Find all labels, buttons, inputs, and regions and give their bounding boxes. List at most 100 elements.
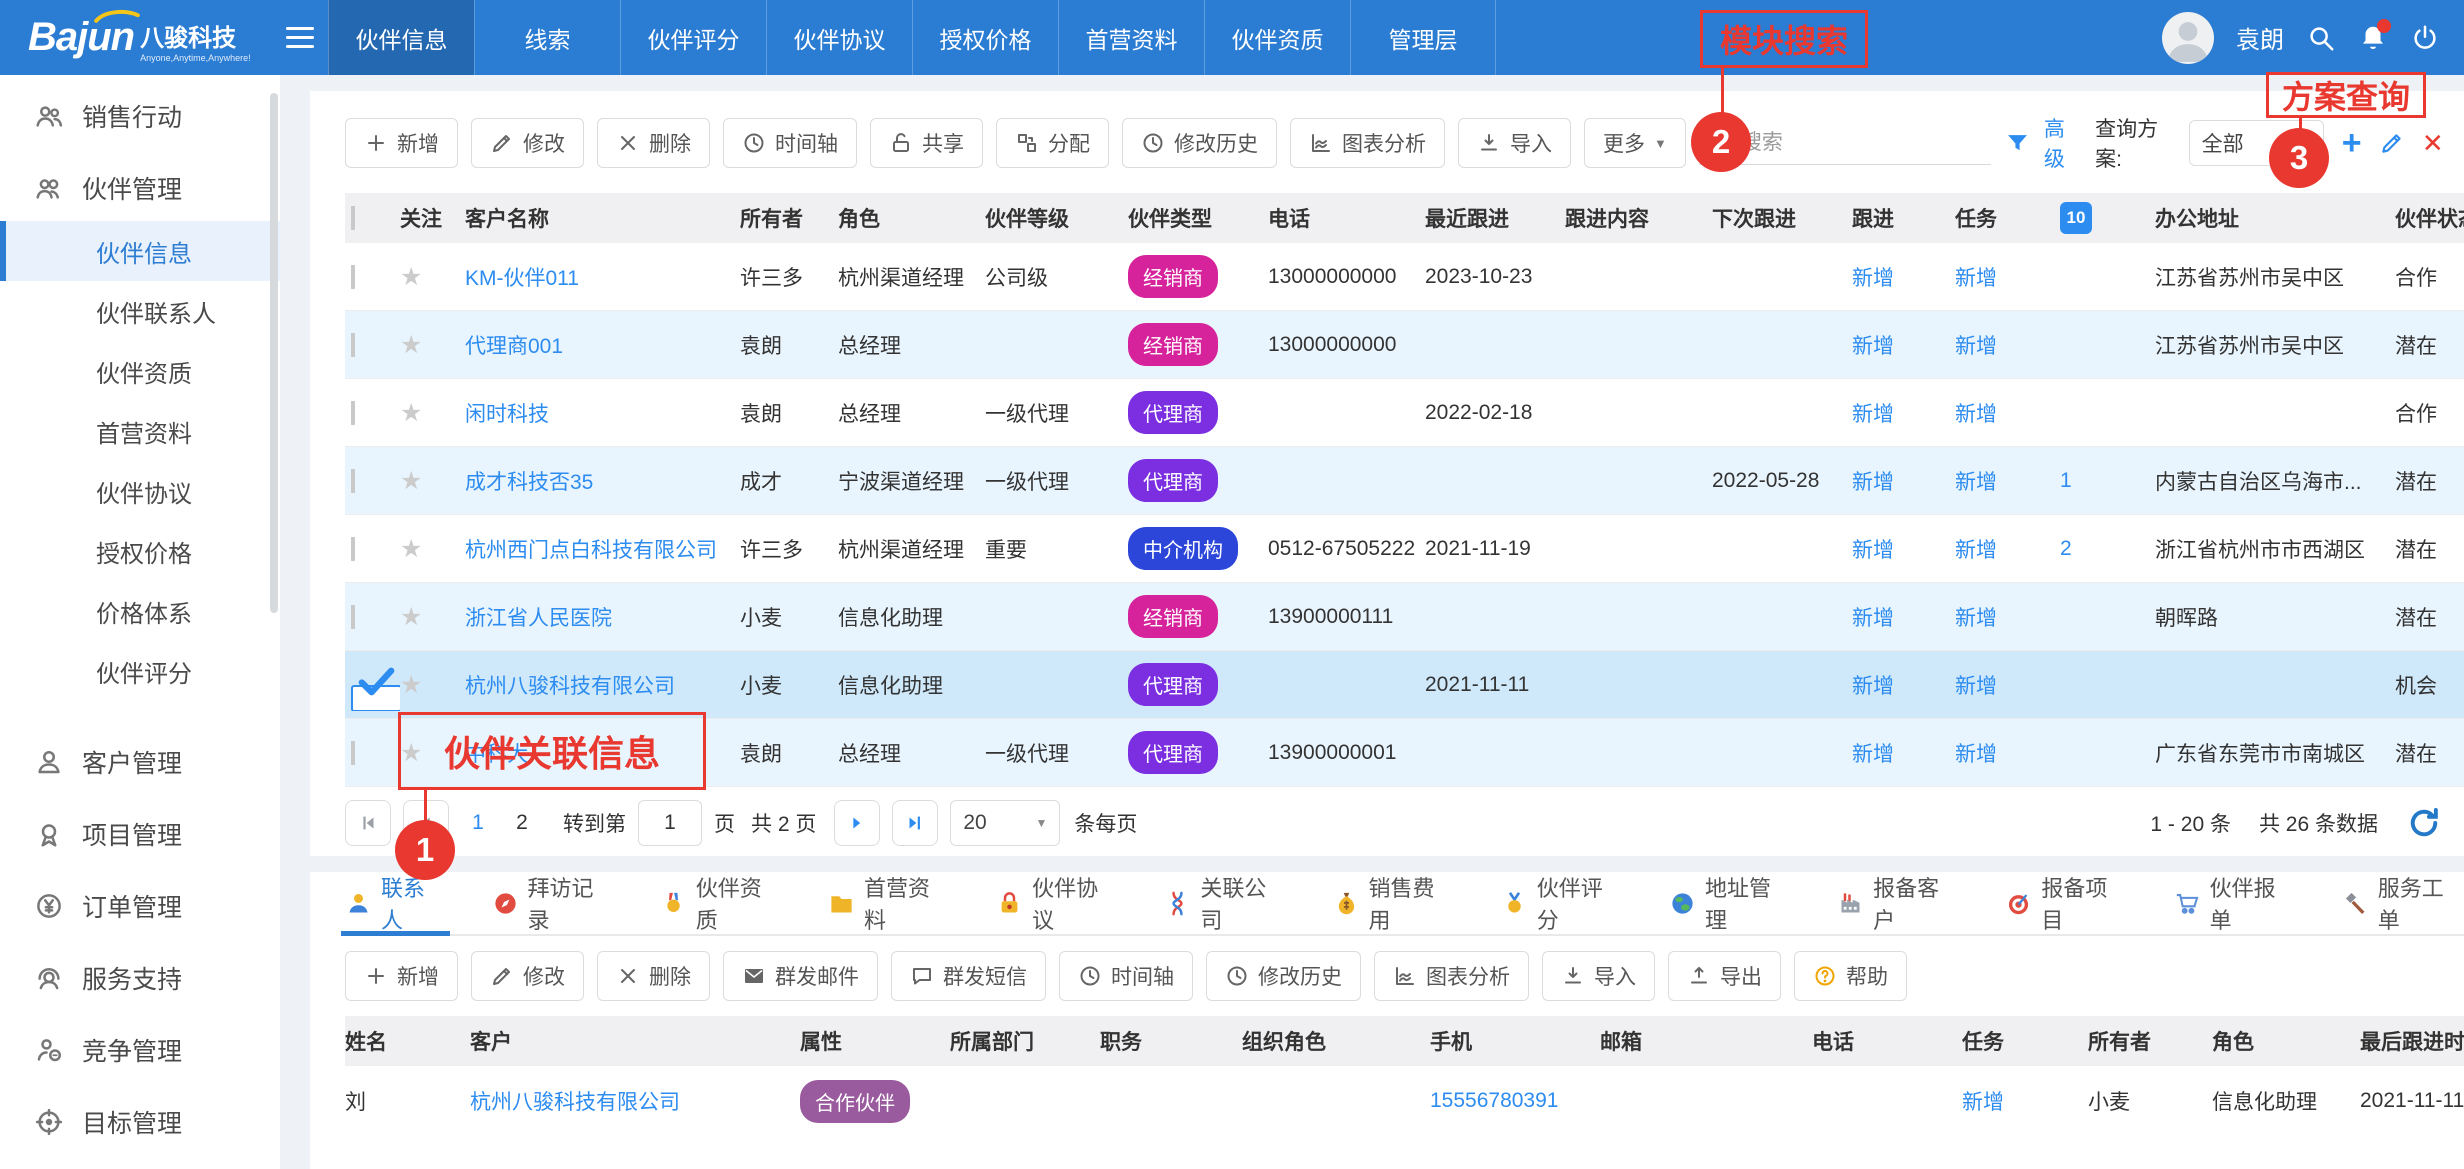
row-checkbox[interactable]: [351, 537, 355, 561]
partner-name-link[interactable]: KM-伙伴011: [465, 267, 579, 290]
follow-new-link[interactable]: 新增: [1852, 539, 1894, 562]
page-number-2[interactable]: 2: [505, 811, 539, 835]
partner-toolbar-button-6[interactable]: 分配: [996, 118, 1109, 168]
nav-item-7[interactable]: 伙伴资质: [1204, 0, 1350, 75]
last-page-button[interactable]: [892, 800, 938, 846]
page-number-1[interactable]: 1: [461, 811, 495, 835]
partner-toolbar-button-1[interactable]: 新增: [345, 118, 458, 168]
task-new-link[interactable]: 新增: [1955, 607, 1997, 630]
tab-9[interactable]: 地址管理: [1669, 872, 1791, 934]
task-new-link[interactable]: 新增: [1955, 675, 1997, 698]
contact-toolbar-button-5[interactable]: 群发短信: [891, 951, 1046, 1001]
star-icon[interactable]: ★: [400, 671, 422, 699]
row-checkbox[interactable]: [351, 265, 355, 289]
refresh-icon[interactable]: [2406, 805, 2442, 841]
partner-name-link[interactable]: 成才科技否35: [465, 471, 593, 494]
contact-toolbar-button-8[interactable]: 图表分析: [1374, 951, 1529, 1001]
row-checkbox[interactable]: [351, 741, 355, 765]
partner-toolbar-button-5[interactable]: 共享: [870, 118, 983, 168]
advanced-search-link[interactable]: 高级: [2044, 113, 2081, 173]
tab-4[interactable]: 首营资料: [828, 872, 950, 934]
contact-toolbar-button-3[interactable]: 删除: [597, 951, 710, 1001]
sidebar-item-11[interactable]: 客户管理: [0, 729, 280, 795]
contact-toolbar-button-7[interactable]: 修改历史: [1206, 951, 1361, 1001]
tab-13[interactable]: 服务工单: [2342, 872, 2464, 934]
nav-item-5[interactable]: 授权价格: [912, 0, 1058, 75]
filter-funnel-icon[interactable]: [2005, 131, 2030, 156]
tab-6[interactable]: 关联公司: [1164, 872, 1286, 934]
task-new-link[interactable]: 新增: [1955, 335, 1997, 358]
sidebar-subitem-4[interactable]: 伙伴联系人: [0, 281, 280, 341]
tab-3[interactable]: 伙伴资质: [660, 872, 782, 934]
bell-icon[interactable]: [2358, 23, 2388, 53]
follow-new-link[interactable]: 新增: [1852, 267, 1894, 290]
sidebar-item-13[interactable]: 订单管理: [0, 873, 280, 939]
sidebar-item-16[interactable]: 目标管理: [0, 1089, 280, 1155]
mobile-link[interactable]: 15556780391: [1430, 1089, 1558, 1112]
contact-toolbar-button-1[interactable]: 新增: [345, 951, 458, 1001]
contact-toolbar-button-11[interactable]: 帮助: [1794, 951, 1907, 1001]
partner-toolbar-button-8[interactable]: 图表分析: [1290, 118, 1445, 168]
nav-item-3[interactable]: 伙伴评分: [620, 0, 766, 75]
sidebar-item-2[interactable]: 伙伴管理: [0, 155, 280, 221]
nav-item-1[interactable]: 伙伴信息: [328, 0, 474, 75]
sidebar-subitem-3[interactable]: 伙伴信息: [0, 221, 280, 281]
row-checkbox[interactable]: [351, 333, 355, 357]
sidebar-item-14[interactable]: 服务支持: [0, 945, 280, 1011]
tab-5[interactable]: 伙伴协议: [996, 872, 1118, 934]
contact-toolbar-button-2[interactable]: 修改: [471, 951, 584, 1001]
sidebar-subitem-6[interactable]: 首营资料: [0, 401, 280, 461]
follow-new-link[interactable]: 新增: [1852, 403, 1894, 426]
star-icon[interactable]: ★: [400, 263, 422, 291]
avatar[interactable]: [2162, 12, 2214, 64]
sidebar-item-15[interactable]: 竞争管理: [0, 1017, 280, 1083]
task-new-link[interactable]: 新增: [1955, 403, 1997, 426]
star-icon[interactable]: ★: [400, 603, 422, 631]
nav-item-6[interactable]: 首营资料: [1058, 0, 1204, 75]
follow-new-link[interactable]: 新增: [1852, 607, 1894, 630]
tab-1[interactable]: 联系人: [345, 872, 446, 934]
partner-toolbar-button-9[interactable]: 导入: [1458, 118, 1571, 168]
star-icon[interactable]: ★: [400, 331, 422, 359]
power-icon[interactable]: [2410, 23, 2440, 53]
partner-name-link[interactable]: 浙江省人民医院: [465, 607, 612, 630]
contact-toolbar-button-9[interactable]: 导入: [1542, 951, 1655, 1001]
contact-toolbar-button-4[interactable]: 群发邮件: [723, 951, 878, 1001]
customer-link[interactable]: 杭州八骏科技有限公司: [470, 1091, 680, 1114]
action-count-link[interactable]: 2: [2060, 537, 2072, 560]
add-plan-button[interactable]: +: [2338, 128, 2365, 158]
star-icon[interactable]: ★: [400, 399, 422, 427]
action-count-link[interactable]: 1: [2060, 469, 2072, 492]
delete-plan-button[interactable]: ✕: [2419, 128, 2446, 158]
partner-name-link[interactable]: 闲时科技: [465, 403, 549, 426]
partner-name-link[interactable]: 代理商001: [465, 335, 563, 358]
sidebar-scrollbar[interactable]: [270, 93, 278, 613]
task-new-link[interactable]: 新增: [1955, 471, 1997, 494]
follow-new-link[interactable]: 新增: [1852, 471, 1894, 494]
menu-toggle-icon[interactable]: [272, 0, 328, 75]
sidebar-subitem-7[interactable]: 伙伴协议: [0, 461, 280, 521]
row-checkbox[interactable]: [351, 685, 400, 711]
nav-item-2[interactable]: 线索: [474, 0, 620, 75]
partner-toolbar-button-2[interactable]: 修改: [471, 118, 584, 168]
follow-new-link[interactable]: 新增: [1852, 675, 1894, 698]
star-icon[interactable]: ★: [400, 467, 422, 495]
tab-7[interactable]: 销售费用: [1333, 872, 1455, 934]
task-new-link[interactable]: 新增: [1962, 1091, 2004, 1114]
sidebar-item-1[interactable]: 销售行动: [0, 83, 280, 149]
sidebar-subitem-8[interactable]: 授权价格: [0, 521, 280, 581]
first-page-button[interactable]: [345, 800, 391, 846]
tab-8[interactable]: 伙伴评分: [1501, 872, 1623, 934]
edit-plan-button[interactable]: [2379, 128, 2406, 158]
sidebar-subitem-9[interactable]: 价格体系: [0, 581, 280, 641]
contact-toolbar-button-10[interactable]: 导出: [1668, 951, 1781, 1001]
task-new-link[interactable]: 新增: [1955, 743, 1997, 766]
tab-11[interactable]: 报备项目: [2005, 872, 2127, 934]
task-new-link[interactable]: 新增: [1955, 267, 1997, 290]
partner-toolbar-button-3[interactable]: 删除: [597, 118, 710, 168]
nav-item-4[interactable]: 伙伴协议: [766, 0, 912, 75]
tab-12[interactable]: 伙伴报单: [2174, 872, 2296, 934]
partner-toolbar-button-4[interactable]: 时间轴: [723, 118, 857, 168]
tab-10[interactable]: 报备客户: [1837, 872, 1959, 934]
partner-name-link[interactable]: 杭州西门点白科技有限公司: [465, 539, 717, 562]
